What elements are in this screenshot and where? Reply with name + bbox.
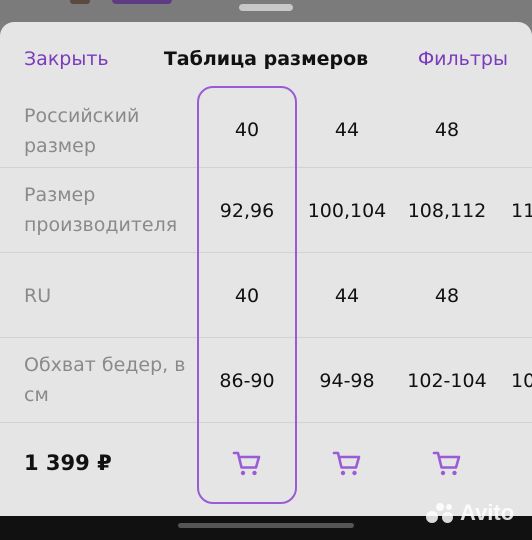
avito-watermark: Avito: [426, 499, 514, 527]
background-content: [0, 0, 532, 22]
size-cell[interactable]: 48: [397, 285, 497, 307]
size-cell[interactable]: 102-104: [397, 370, 497, 392]
watermark-text: Avito: [460, 500, 515, 525]
row-label: Российский размер: [24, 105, 140, 157]
home-indicator[interactable]: [178, 523, 354, 528]
sheet-grab-handle[interactable]: [239, 4, 293, 11]
size-cell[interactable]: 108,112: [397, 200, 497, 222]
selected-size-column[interactable]: [197, 86, 297, 504]
size-cell[interactable]: 94-98: [297, 370, 397, 392]
size-chart-sheet: Закрыть Таблица размеров Фильтры Российс…: [0, 22, 532, 516]
add-to-cart-button-3[interactable]: [431, 447, 463, 479]
row-label: Обхват бедер, в см: [24, 354, 186, 406]
filters-button[interactable]: Фильтры: [418, 48, 508, 70]
row-label: RU: [24, 285, 52, 307]
size-cell[interactable]: 100,104: [297, 200, 397, 222]
shopping-cart-icon: [332, 451, 361, 476]
background-button: [112, 0, 172, 4]
size-cell[interactable]: 44: [297, 119, 397, 141]
size-cell[interactable]: 11: [497, 200, 532, 222]
background-thumbnail: [70, 0, 90, 4]
shopping-cart-icon: [432, 451, 461, 476]
add-to-cart-button-2[interactable]: [331, 447, 363, 479]
size-cell[interactable]: 44: [297, 285, 397, 307]
price-label: 1 399 ₽: [24, 451, 112, 475]
avito-logo-icon: [426, 501, 456, 525]
row-label: Размер производителя: [24, 184, 178, 236]
size-cell[interactable]: 48: [397, 119, 497, 141]
size-cell[interactable]: 10: [497, 370, 532, 392]
